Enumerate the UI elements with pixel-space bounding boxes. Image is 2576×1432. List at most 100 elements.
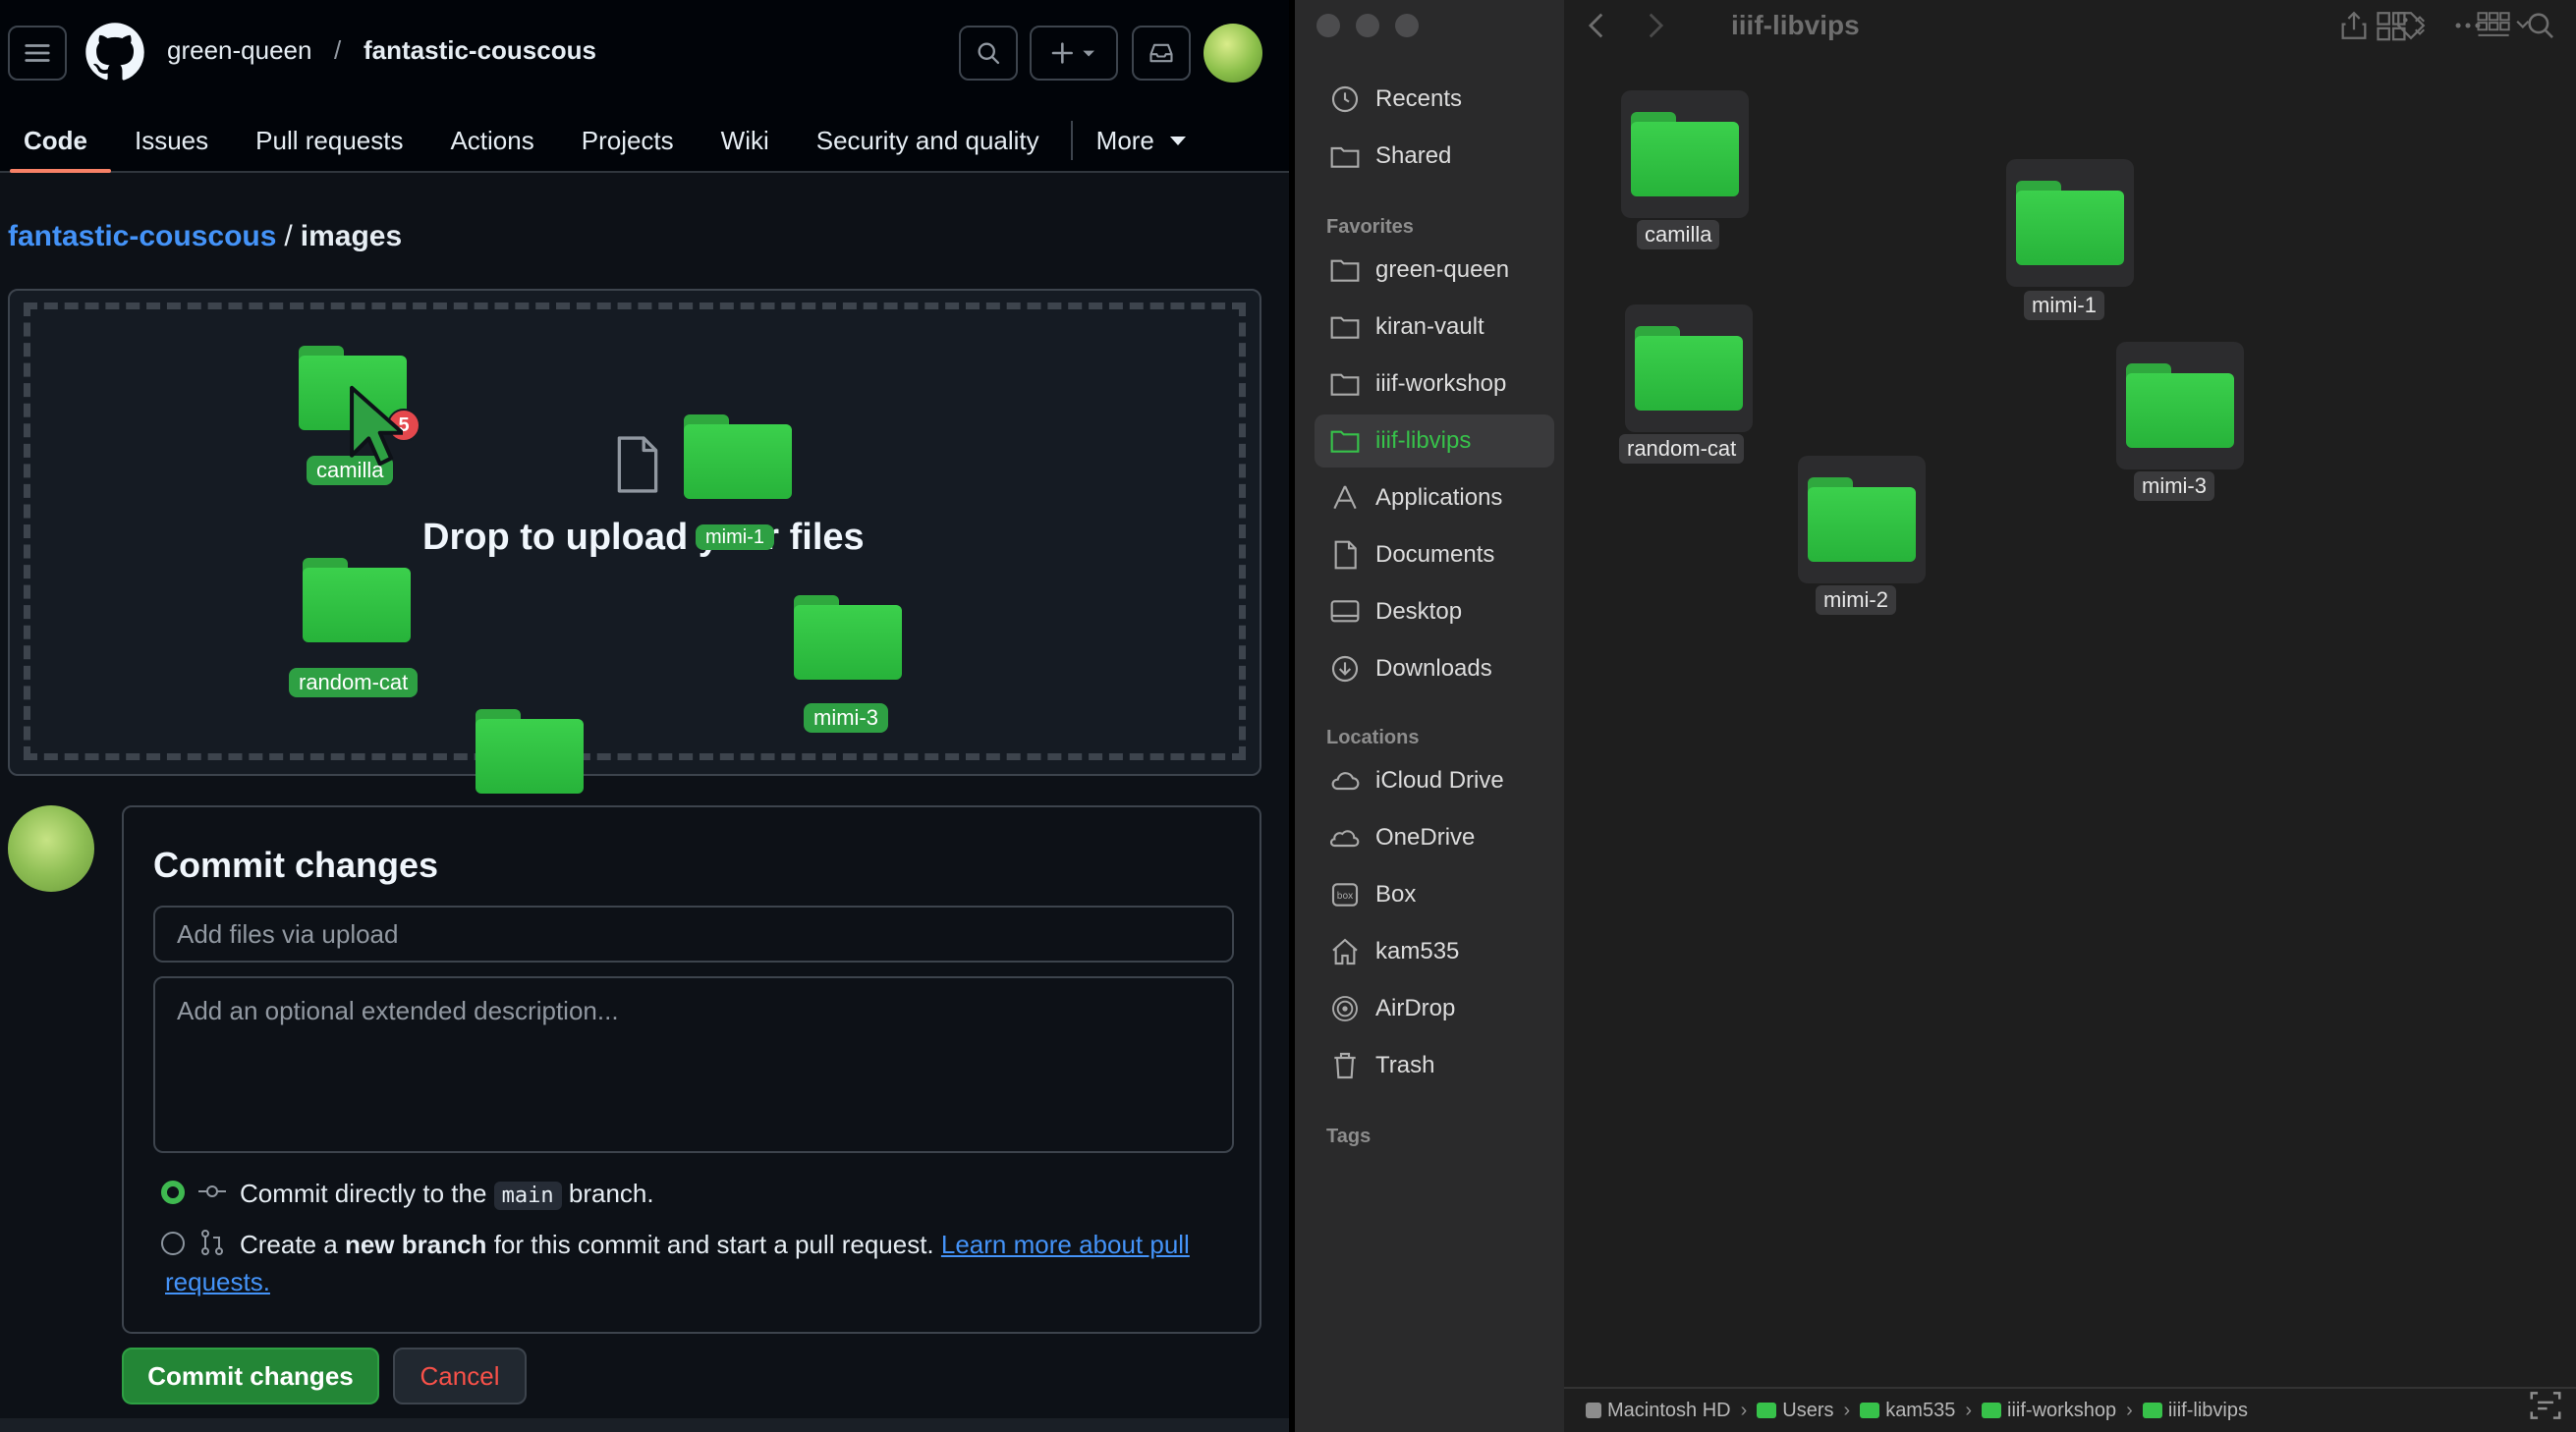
folder-icon bbox=[1330, 316, 1360, 339]
inbox-button[interactable] bbox=[1132, 26, 1191, 81]
sidebar-item-onedrive[interactable]: OneDrive bbox=[1315, 811, 1554, 864]
folder-icon bbox=[1808, 477, 1916, 562]
sidebar-item-desktop[interactable]: Desktop bbox=[1315, 585, 1554, 638]
tab-code-label: Code bbox=[24, 125, 87, 155]
tab-pull-requests[interactable]: Pull requests bbox=[232, 108, 426, 173]
tab-more-label: More bbox=[1095, 125, 1154, 155]
finder-item-camilla[interactable] bbox=[1621, 90, 1749, 218]
finder-item-mimi-3[interactable] bbox=[2116, 342, 2244, 469]
sidebar-item-label: OneDrive bbox=[1375, 824, 1476, 851]
locations-header: Locations bbox=[1326, 727, 1420, 748]
finder-item-label[interactable]: mimi-3 bbox=[2134, 471, 2214, 501]
path-segment[interactable]: Macintosh HD bbox=[1586, 1400, 1731, 1422]
option1-text: Commit directly to the bbox=[240, 1179, 487, 1208]
finder-window: Recents Shared Favorites green-queen kir… bbox=[1295, 0, 2576, 1432]
finder-item-label[interactable]: random-cat bbox=[1619, 434, 1745, 464]
learn-more-link[interactable]: Learn more about pull bbox=[941, 1230, 1190, 1259]
drag-cursor-icon bbox=[350, 385, 403, 467]
github-header: green-queen / fantastic-couscous Code Is… bbox=[0, 0, 1289, 173]
owner-repo-separator: / bbox=[334, 35, 342, 65]
applications-icon bbox=[1333, 485, 1357, 510]
repo-name-link[interactable]: fantastic-couscous bbox=[364, 35, 596, 66]
dropzone-message: Drop to upload your files bbox=[422, 517, 865, 558]
live-text-icon[interactable] bbox=[2527, 1387, 2564, 1424]
sidebar-item-icloud-drive[interactable]: iCloud Drive bbox=[1315, 754, 1554, 807]
finder-item-label[interactable]: mimi-2 bbox=[1816, 585, 1896, 615]
folder-icon bbox=[1757, 1403, 1777, 1418]
sidebar-item-label: Shared bbox=[1375, 142, 1452, 169]
tab-more[interactable]: More bbox=[1073, 108, 1209, 173]
breadcrumb-repo-link[interactable]: fantastic-couscous bbox=[8, 220, 276, 252]
tab-projects[interactable]: Projects bbox=[558, 108, 698, 173]
tag-button[interactable] bbox=[2391, 6, 2431, 45]
finder-item-mimi-2[interactable] bbox=[1798, 456, 1926, 583]
commit-new-branch-option-line2: requests. bbox=[165, 1267, 270, 1297]
sidebar-item-label: green-queen bbox=[1375, 256, 1510, 283]
learn-more-link-cont[interactable]: requests. bbox=[165, 1267, 270, 1296]
github-logo-icon[interactable] bbox=[84, 22, 145, 83]
breadcrumb: fantastic-couscous / images bbox=[8, 220, 402, 253]
finder-search-button[interactable] bbox=[2521, 6, 2560, 45]
commit-direct-radio[interactable] bbox=[161, 1181, 185, 1204]
git-pull-request-icon bbox=[201, 1230, 223, 1255]
sidebar-item-trash[interactable]: Trash bbox=[1315, 1039, 1554, 1092]
sidebar-item-iiif-libvips[interactable]: iiif-libvips bbox=[1315, 414, 1554, 468]
close-window-button[interactable] bbox=[1316, 14, 1340, 37]
favorites-header: Favorites bbox=[1326, 216, 1414, 238]
sidebar-item-airdrop[interactable]: AirDrop bbox=[1315, 982, 1554, 1035]
sidebar-item-home[interactable]: kam535 bbox=[1315, 925, 1554, 978]
commit-changes-button[interactable]: Commit changes bbox=[122, 1348, 379, 1404]
share-icon bbox=[2341, 11, 2367, 39]
tab-wiki-label: Wiki bbox=[720, 125, 769, 155]
back-button[interactable] bbox=[1578, 6, 1617, 45]
sidebar-item-label: Recents bbox=[1375, 85, 1463, 112]
user-avatar[interactable] bbox=[1204, 24, 1262, 83]
repo-owner-link[interactable]: green-queen bbox=[167, 35, 311, 66]
desktop-icon bbox=[1330, 600, 1360, 623]
path-segment-label: iiif-libvips bbox=[2167, 1399, 2248, 1421]
cancel-button[interactable]: Cancel bbox=[393, 1348, 527, 1404]
upload-dropzone[interactable]: Drop to upload your files camilla mimi-1… bbox=[8, 289, 1261, 794]
tab-wiki[interactable]: Wiki bbox=[698, 108, 793, 173]
tab-security[interactable]: Security and quality bbox=[793, 108, 1063, 173]
disk-icon bbox=[1586, 1403, 1601, 1418]
finder-item-mimi-1[interactable] bbox=[2006, 159, 2134, 287]
sidebar-item-downloads[interactable]: Downloads bbox=[1315, 642, 1554, 695]
sidebar-item-applications[interactable]: Applications bbox=[1315, 471, 1554, 524]
menu-button[interactable] bbox=[8, 26, 67, 81]
search-button[interactable] bbox=[959, 26, 1018, 81]
sidebar-item-iiif-workshop[interactable]: iiif-workshop bbox=[1315, 358, 1554, 411]
sidebar-item-documents[interactable]: Documents bbox=[1315, 528, 1554, 581]
dragged-folder-random-cat-icon bbox=[303, 558, 411, 642]
share-button[interactable] bbox=[2334, 6, 2374, 45]
sidebar-item-kiran-vault[interactable]: kiran-vault bbox=[1315, 301, 1554, 354]
commit-description-textarea[interactable]: Add an optional extended description... bbox=[153, 976, 1234, 1153]
more-actions-button[interactable] bbox=[2448, 6, 2488, 45]
folder-icon bbox=[1860, 1403, 1880, 1418]
sidebar-item-box[interactable]: box Box bbox=[1315, 868, 1554, 921]
finder-item-label[interactable]: camilla bbox=[1637, 220, 1720, 249]
create-new-button[interactable] bbox=[1030, 26, 1118, 81]
tab-code[interactable]: Code bbox=[0, 108, 111, 173]
finder-item-label[interactable]: mimi-1 bbox=[2024, 291, 2104, 320]
sidebar-item-green-queen[interactable]: green-queen bbox=[1315, 244, 1554, 297]
trash-icon bbox=[1334, 1052, 1356, 1079]
path-segment[interactable]: Users bbox=[1757, 1400, 1834, 1422]
git-commit-icon bbox=[198, 1185, 226, 1197]
tab-actions[interactable]: Actions bbox=[426, 108, 557, 173]
commit-summary-input[interactable]: Add files via upload bbox=[153, 906, 1234, 963]
finder-item-random-cat[interactable] bbox=[1625, 304, 1753, 432]
path-segment[interactable]: kam535 bbox=[1860, 1400, 1955, 1422]
path-segment[interactable]: iiif-workshop bbox=[1982, 1400, 2116, 1422]
sidebar-item-shared[interactable]: Shared bbox=[1315, 130, 1554, 183]
minimize-window-button[interactable] bbox=[1356, 14, 1379, 37]
sidebar-item-label: Applications bbox=[1375, 484, 1503, 511]
path-chevron-icon: › bbox=[1843, 1399, 1851, 1421]
zoom-window-button[interactable] bbox=[1395, 14, 1419, 37]
sidebar-item-recents[interactable]: Recents bbox=[1315, 73, 1554, 126]
commit-new-branch-radio[interactable] bbox=[161, 1232, 185, 1255]
path-segment[interactable]: iiif-libvips bbox=[2142, 1399, 2248, 1422]
forward-button[interactable] bbox=[1635, 6, 1674, 45]
tab-issues[interactable]: Issues bbox=[111, 108, 232, 173]
option1-text-end: branch. bbox=[568, 1179, 654, 1208]
